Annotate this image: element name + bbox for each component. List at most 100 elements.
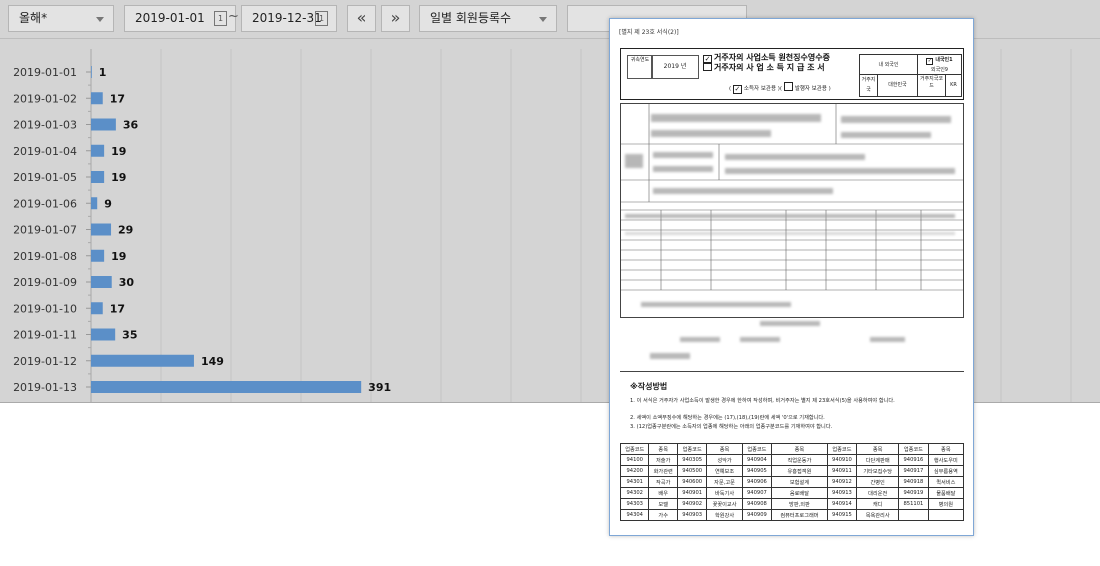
- bar[interactable]: [91, 92, 103, 105]
- table-row: 94200 화가관련 940500 연예보조 940905 유흥접객원 940911 기타모집…: [619, 465, 965, 477]
- bar[interactable]: [91, 249, 105, 262]
- table-cell: 다단계판매: [856, 454, 900, 466]
- table-cell: 종목: [927, 443, 965, 455]
- form-title-box: 귀속연도 2019 년 ✓ 거주자의 사업소득 원천징수영수증 거주자의 사 업 …: [620, 48, 964, 100]
- country-value: 대한민국: [878, 75, 918, 96]
- category-label: 2019-01-07: [13, 224, 77, 237]
- prev-period-button[interactable]: «: [347, 5, 376, 32]
- bar[interactable]: [91, 171, 105, 183]
- bar[interactable]: [91, 197, 98, 210]
- copy-type: ( ✓ 소득자 보관용 )( 발행자 보관용 ): [729, 82, 831, 94]
- chevron-down-icon: [539, 17, 547, 22]
- year-value: 2019 년: [651, 55, 699, 79]
- table-cell: 940917: [898, 465, 929, 477]
- period-select[interactable]: 올해*: [8, 5, 114, 32]
- category-label: 2019-01-13: [13, 381, 77, 394]
- residency-box: 내 외국인 ✓ 내국인1 외국인9 거주지국 대한민국 거주지국코드 KR: [859, 54, 962, 97]
- redacted-block: [650, 353, 690, 359]
- table-cell: 940907: [741, 487, 773, 499]
- next-period-button[interactable]: »: [381, 5, 410, 32]
- chevron-down-icon: [96, 17, 104, 22]
- table-cell: 종목: [706, 443, 743, 455]
- bar[interactable]: [91, 381, 362, 393]
- date-range-separator: ~: [228, 9, 239, 24]
- table-cell: 물품배달: [927, 487, 965, 499]
- data-label: 9: [104, 197, 112, 210]
- table-cell: 모델: [648, 498, 678, 510]
- table-cell: 94301: [619, 476, 650, 488]
- table-cell: 음료배달: [771, 487, 828, 499]
- redacted-block: [653, 188, 833, 194]
- year-label: 귀속연도: [627, 55, 653, 79]
- date-to-field[interactable]: 2019-12-31 1: [241, 5, 337, 32]
- copy-type-2: 발행자 보관용: [794, 86, 827, 92]
- form-title-1-text: 거주자의 사업소득 원천징수영수증: [714, 53, 830, 62]
- table-cell: 94100: [619, 454, 650, 466]
- table-cell: 심부름용역: [927, 465, 965, 477]
- bar[interactable]: [91, 328, 116, 341]
- bar[interactable]: [91, 223, 112, 236]
- redacted-block: [841, 116, 951, 123]
- table-row: 94100 저술가 940305 성악가 940904 직업운동가 940910 다단계판매 9…: [619, 454, 965, 466]
- calendar-icon[interactable]: 1: [214, 11, 227, 26]
- category-label: 2019-01-10: [13, 302, 77, 315]
- date-from-value: 2019-01-01: [135, 11, 205, 25]
- table-cell: 작곡가: [648, 476, 678, 488]
- table-cell: 940919: [898, 487, 929, 499]
- data-label: 149: [201, 355, 224, 368]
- resident-sub: 외국인9: [918, 65, 961, 75]
- table-cell: 종목: [856, 443, 900, 455]
- table-cell: 학원강사: [706, 509, 743, 521]
- table-cell: 가수: [648, 509, 678, 521]
- table-cell: 940912: [826, 476, 858, 488]
- date-from-field[interactable]: 2019-01-01 1: [124, 5, 236, 32]
- redacted-block: [625, 232, 955, 235]
- table-cell: 업종코드: [898, 443, 929, 455]
- period-select-label: 올해*: [19, 11, 48, 25]
- table-cell: 940902: [676, 498, 708, 510]
- category-label: 2019-01-06: [13, 197, 77, 210]
- resident-label: 내 외국인: [860, 55, 918, 75]
- bar[interactable]: [91, 66, 92, 78]
- table-cell: 간병인: [856, 476, 900, 488]
- calendar-icon[interactable]: 1: [315, 11, 328, 26]
- bar[interactable]: [91, 354, 194, 367]
- table-cell: 보험설계: [771, 476, 828, 488]
- table-cell: 대리운전: [856, 487, 900, 499]
- redacted-block: [725, 168, 955, 174]
- data-label: 19: [111, 145, 126, 158]
- table-cell: 목욕관리사: [856, 509, 900, 521]
- form-number: [별지 제 23호 서식(2)]: [619, 29, 679, 36]
- date-to-value: 2019-12-31: [252, 11, 322, 25]
- metric-select[interactable]: 일별 회원등록수: [419, 5, 557, 32]
- table-cell: 940913: [826, 487, 858, 499]
- table-cell: 940904: [741, 454, 773, 466]
- table-cell: 종목: [648, 443, 678, 455]
- table-cell: 940910: [826, 454, 858, 466]
- bar[interactable]: [91, 276, 112, 288]
- bar[interactable]: [91, 118, 116, 131]
- redacted-block: [870, 337, 905, 342]
- table-cell: 꽃꽂이교사: [706, 498, 743, 510]
- table-cell: 업종코드: [826, 443, 858, 455]
- country-label: 거주지국: [860, 75, 878, 96]
- table-cell: [927, 509, 965, 521]
- guide-item: 1. 이 서식은 거주자가 사업소득이 발생한 경우에 한하여 작성하며, 비거…: [630, 398, 895, 404]
- table-cell: 940600: [676, 476, 708, 488]
- table-cell: 저술가: [648, 454, 678, 466]
- table-cell: 940911: [826, 465, 858, 477]
- table-cell: 업종코드: [676, 443, 708, 455]
- table-cell: 연예보조: [706, 465, 743, 477]
- table-cell: 자문,고문: [706, 476, 743, 488]
- redacted-block: [760, 321, 820, 326]
- table-cell: 업종코드: [619, 443, 650, 455]
- category-label: 2019-01-04: [13, 145, 77, 158]
- bar[interactable]: [91, 302, 103, 315]
- table-cell: 기타모집수당: [856, 465, 900, 477]
- redacted-block: [680, 337, 720, 342]
- table-cell: 94304: [619, 509, 650, 521]
- category-label: 2019-01-05: [13, 171, 77, 184]
- table-cell: 직업운동가: [771, 454, 828, 466]
- table-cell: 940905: [741, 465, 773, 477]
- bar[interactable]: [91, 144, 105, 157]
